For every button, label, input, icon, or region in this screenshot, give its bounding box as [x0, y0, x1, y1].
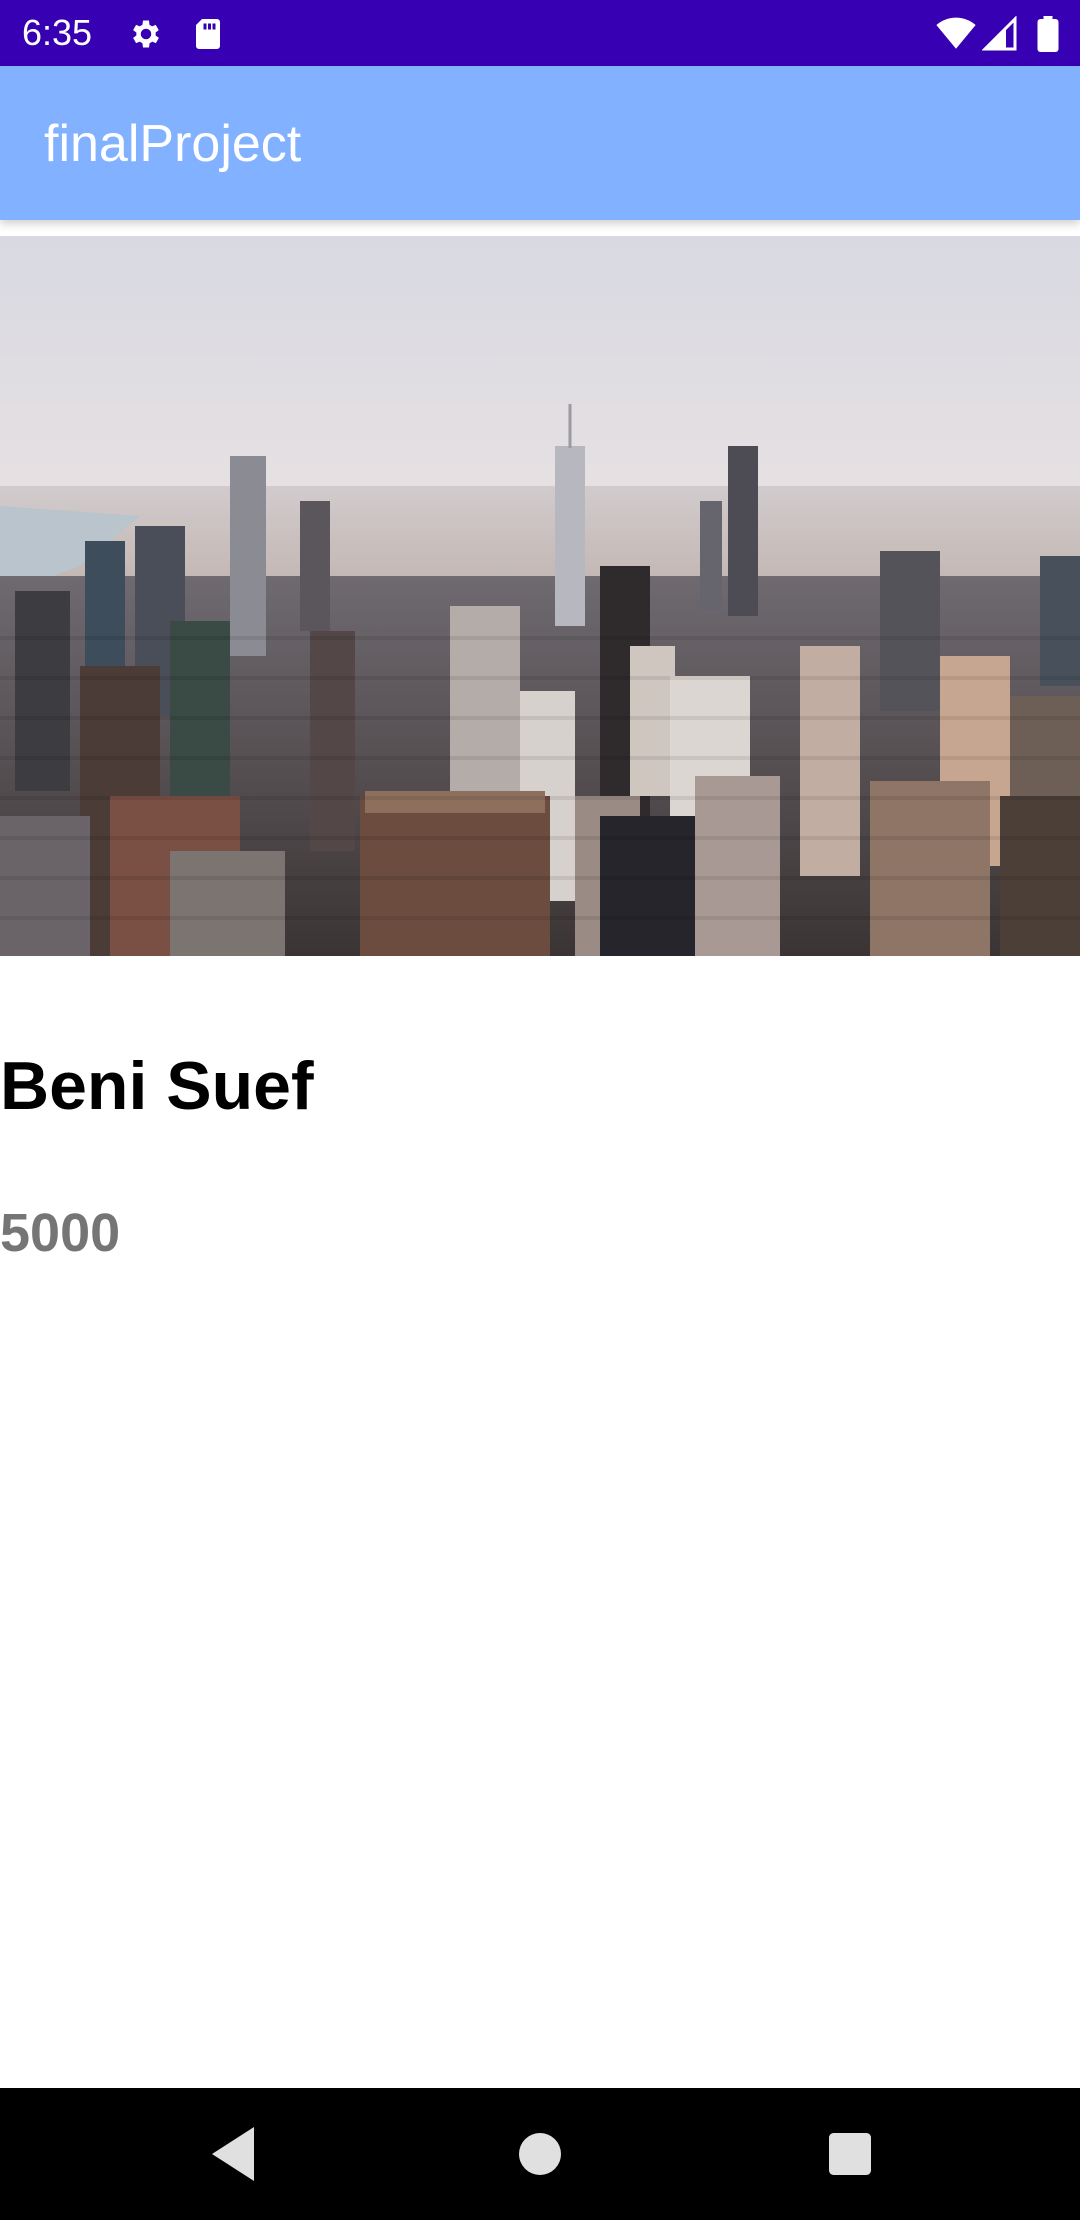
home-icon[interactable]	[504, 2118, 576, 2190]
city-value: 5000	[0, 1203, 121, 1263]
navigation-bar	[0, 2088, 1080, 2220]
recents-icon[interactable]	[814, 2118, 886, 2190]
city-name: Beni Suef	[0, 1048, 314, 1124]
app-bar: finalProject	[0, 66, 1080, 220]
city-skyline-image	[0, 236, 1080, 956]
cell-signal-icon	[981, 15, 1018, 52]
status-time: 6:35	[22, 12, 93, 53]
back-icon[interactable]	[200, 2118, 272, 2190]
gear-icon	[128, 16, 164, 52]
sd-card-icon	[190, 16, 226, 52]
wifi-icon	[936, 16, 976, 52]
app-title: finalProject	[44, 115, 302, 173]
screen: 6:35 finalProject Beni Suef 5000	[0, 0, 1080, 2220]
battery-icon	[1036, 16, 1060, 52]
status-bar: 6:35	[0, 0, 1080, 66]
